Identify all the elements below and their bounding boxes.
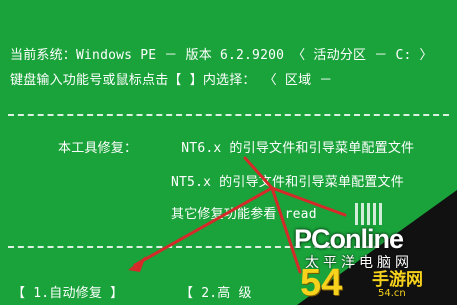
brand-logo-text: 手游网 [372,270,423,290]
brand-url: 54.cn [378,288,406,299]
pconline-logo-icon [355,203,385,225]
arrow-to-nt6 [243,156,274,190]
arrowhead-auto-repair [128,256,146,272]
arrow-to-auto-repair [133,186,274,267]
repair-tool-screen: 当前系统：Windows PE － 版本 6.2.9200 〈 活动分区 － C… [0,0,457,305]
pconline-watermark: PConline [294,224,404,254]
brand-logo-number: 54 [300,262,343,304]
